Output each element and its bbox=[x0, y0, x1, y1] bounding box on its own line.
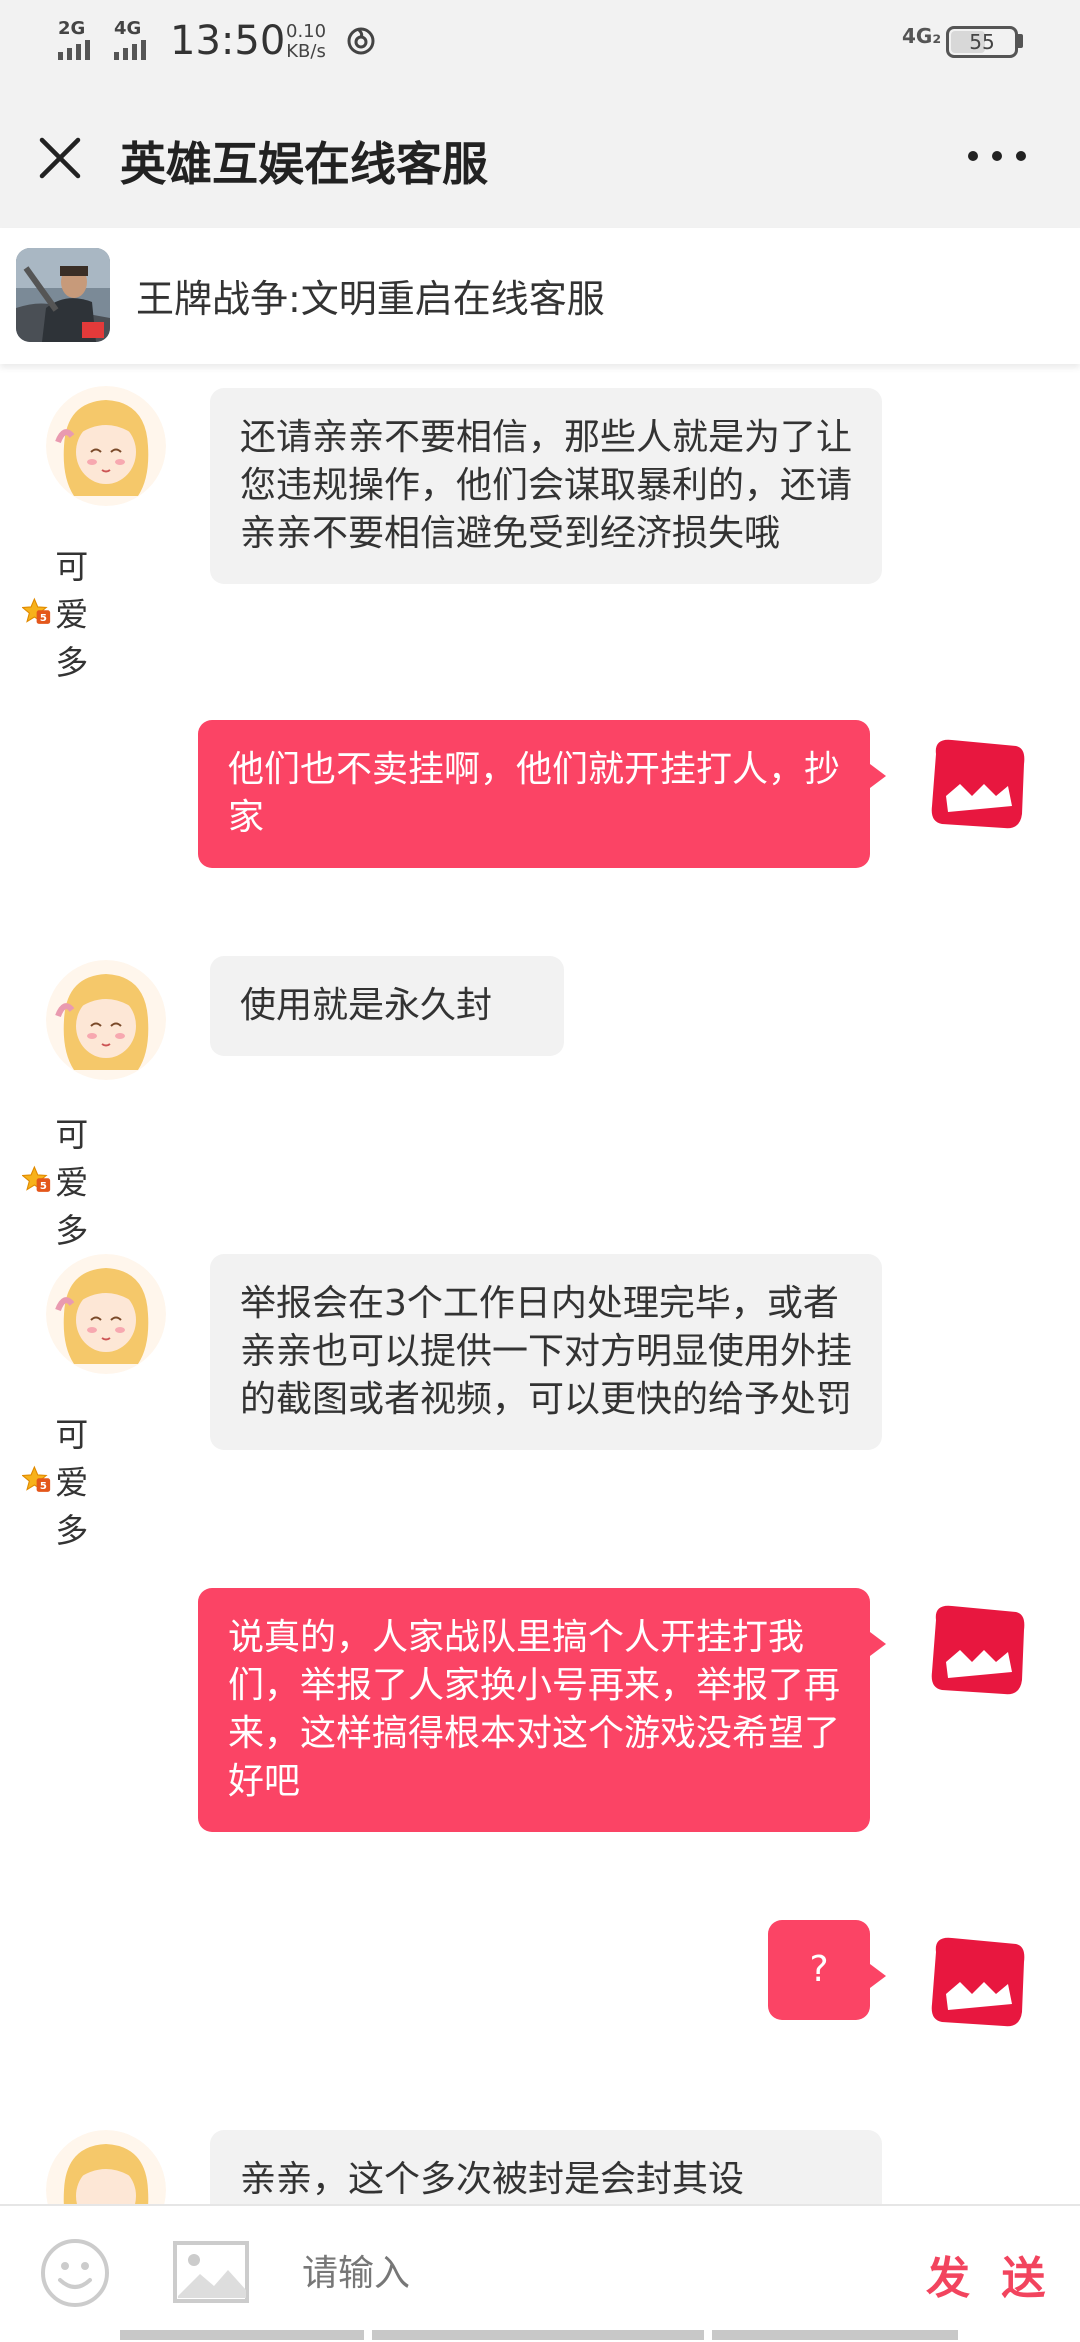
image-icon[interactable] bbox=[172, 2240, 250, 2304]
signal-icon bbox=[58, 40, 90, 60]
status-bar: 2G 4G 13:50 0.10 KB/s 4G₂ 55 bbox=[0, 0, 1080, 84]
vip-star-icon: 5 bbox=[22, 1465, 51, 1492]
svg-text:5: 5 bbox=[40, 1181, 47, 1192]
agent-name: 可爱多 bbox=[55, 1115, 89, 1250]
agent-name: 可爱多 bbox=[55, 547, 89, 682]
agent-badge: 5 可爱多 bbox=[22, 1408, 111, 1552]
network-4g-label: 4G₂ bbox=[902, 24, 942, 48]
message-text: 还请亲亲不要相信，那些人就是为了让您违规操作，他们会谋取暴利的，还请亲亲不要相信… bbox=[210, 388, 882, 584]
agent-badge: 5 可爱多 bbox=[22, 1108, 111, 1252]
user-avatar bbox=[931, 1605, 1025, 1695]
svg-text:5: 5 bbox=[40, 1481, 47, 1492]
message-text: 说真的，人家战队里搞个人开挂打我们，举报了人家换小号再来，举报了再来，这样搞得根… bbox=[198, 1588, 886, 1832]
speed-value: 0.10 bbox=[286, 21, 327, 42]
network-type-2: 4G bbox=[114, 18, 142, 39]
network-type-1: 2G bbox=[58, 18, 86, 39]
battery-level: 55 bbox=[969, 30, 995, 54]
message-text: 使用就是永久封 bbox=[210, 956, 564, 1056]
home-indicator bbox=[712, 2330, 958, 2340]
svg-text:5: 5 bbox=[40, 613, 47, 624]
message-text: 亲亲，这个多次被封是会封其设 bbox=[210, 2130, 882, 2204]
home-indicator bbox=[120, 2330, 364, 2340]
speed-unit: KB/s bbox=[286, 41, 326, 62]
user-avatar bbox=[931, 739, 1025, 829]
close-icon[interactable] bbox=[36, 134, 84, 182]
title-bar: 英雄互娱在线客服 bbox=[0, 84, 1080, 228]
network-speed: 0.10 KB/s bbox=[286, 22, 326, 62]
battery-icon: 55 bbox=[946, 26, 1018, 58]
agent-avatar bbox=[46, 1254, 166, 1374]
send-button[interactable]: 发 送 bbox=[926, 2242, 1053, 2306]
page-title: 英雄互娱在线客服 bbox=[120, 137, 488, 191]
emoji-icon[interactable] bbox=[40, 2238, 110, 2308]
vip-star-icon: 5 bbox=[22, 597, 51, 624]
netease-music-icon bbox=[347, 27, 375, 55]
service-header: 王牌战争:文明重启在线客服 bbox=[0, 228, 1080, 364]
agent-avatar bbox=[46, 960, 166, 1080]
more-icon[interactable] bbox=[964, 144, 1030, 168]
agent-avatar bbox=[46, 2130, 166, 2204]
game-icon bbox=[16, 248, 110, 342]
home-indicator bbox=[372, 2330, 704, 2340]
signal-icon bbox=[114, 40, 146, 60]
message-text: ? bbox=[768, 1920, 886, 2020]
message-input[interactable] bbox=[300, 2242, 864, 2304]
user-avatar bbox=[931, 1937, 1025, 2027]
input-bar: 发 送 bbox=[0, 2204, 1080, 2342]
battery-tip bbox=[1018, 34, 1023, 48]
agent-avatar bbox=[46, 386, 166, 506]
agent-name: 可爱多 bbox=[55, 1415, 89, 1550]
message-text: 他们也不卖挂啊，他们就开挂打人，抄家 bbox=[198, 720, 886, 868]
message-text: 举报会在3个工作日内处理完毕，或者亲亲也可以提供一下对方明显使用外挂的截图或者视… bbox=[210, 1254, 882, 1450]
service-title: 王牌战争:文明重启在线客服 bbox=[136, 277, 605, 321]
chat-area[interactable]: 5 可爱多 还请亲亲不要相信，那些人就是为了让您违规操作，他们会谋取暴利的，还请… bbox=[0, 364, 1080, 2204]
vip-star-icon: 5 bbox=[22, 1165, 51, 1192]
agent-badge: 5 可爱多 bbox=[22, 540, 111, 684]
clock: 13:50 bbox=[170, 18, 286, 64]
